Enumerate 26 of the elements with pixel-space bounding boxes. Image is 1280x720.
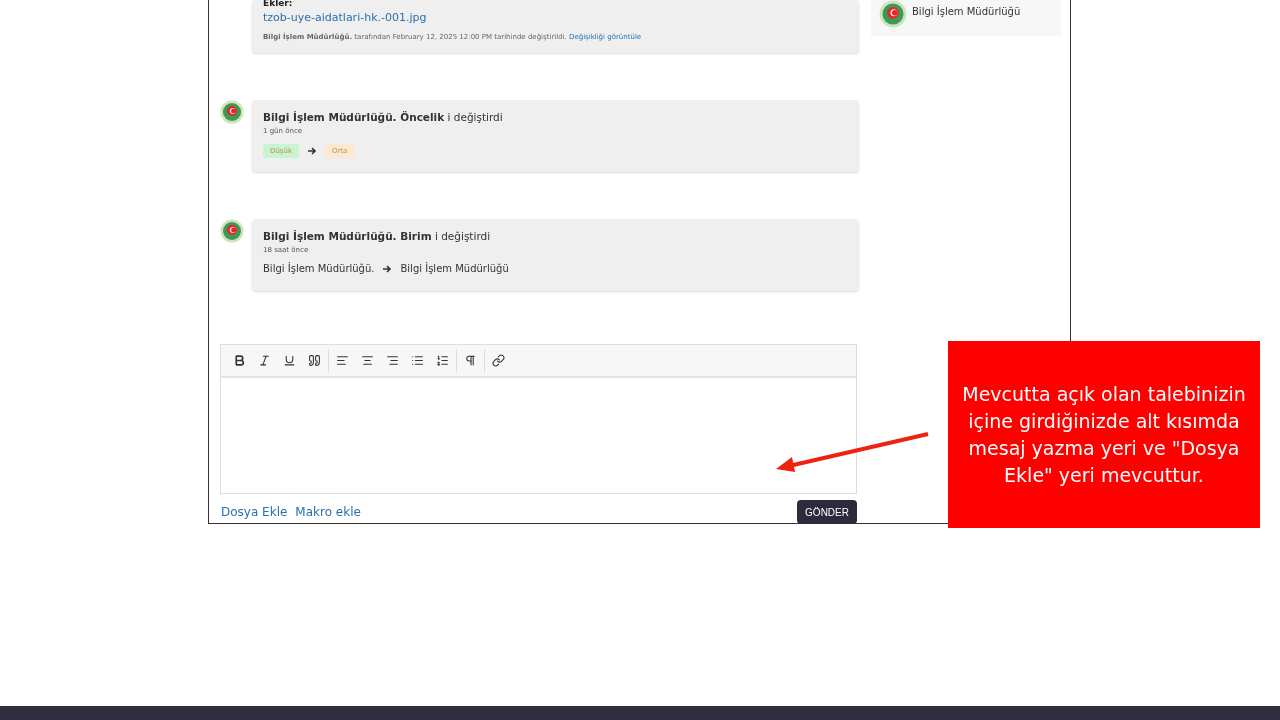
activity-title: Bilgi İşlem Müdürlüğü. Birim i değiştirdi <box>263 230 492 242</box>
link-icon <box>492 354 505 367</box>
old-value: Bilgi İşlem Müdürlüğü. <box>263 263 375 274</box>
emblem-icon <box>220 219 244 243</box>
attachments-label: Ekler: <box>263 0 294 8</box>
bullet-list-icon <box>411 354 424 367</box>
bold-icon <box>233 354 246 367</box>
emblem-icon <box>220 100 244 124</box>
footer-link[interactable]: Dosya Ekle <box>221 505 288 519</box>
callout-text: Mevcutta açık olan talebinizin içine girdiğinizde alt kısımda mesaj yazma yeri ve "Dosya Ekle" yeri mevcuttur. <box>948 341 1260 528</box>
pilcrow-icon <box>464 354 477 367</box>
numbered-list-icon <box>436 354 449 367</box>
activity-title: Bilgi İşlem Müdürlüğü. Öncelik i değiştirdi <box>263 111 504 123</box>
send-button[interactable]: GÖNDER <box>797 500 857 524</box>
quote-icon <box>308 354 321 367</box>
assignee-name: Bilgi İşlem Müdürlüğü <box>912 6 1021 17</box>
new-value: Bilgi İşlem Müdürlüğü <box>400 263 509 274</box>
arrow-right-icon <box>306 146 317 156</box>
align-right-icon <box>386 354 399 367</box>
align-center-icon <box>361 354 374 367</box>
align-left-icon <box>336 354 349 367</box>
arrow-right-icon <box>382 263 393 274</box>
file-link[interactable]: tzob-uye-aidatlari-hk.-001.jpg <box>263 11 848 24</box>
italic-icon <box>258 354 271 367</box>
underline-icon <box>283 354 296 367</box>
footer-link[interactable]: Makro ekle <box>295 505 361 519</box>
